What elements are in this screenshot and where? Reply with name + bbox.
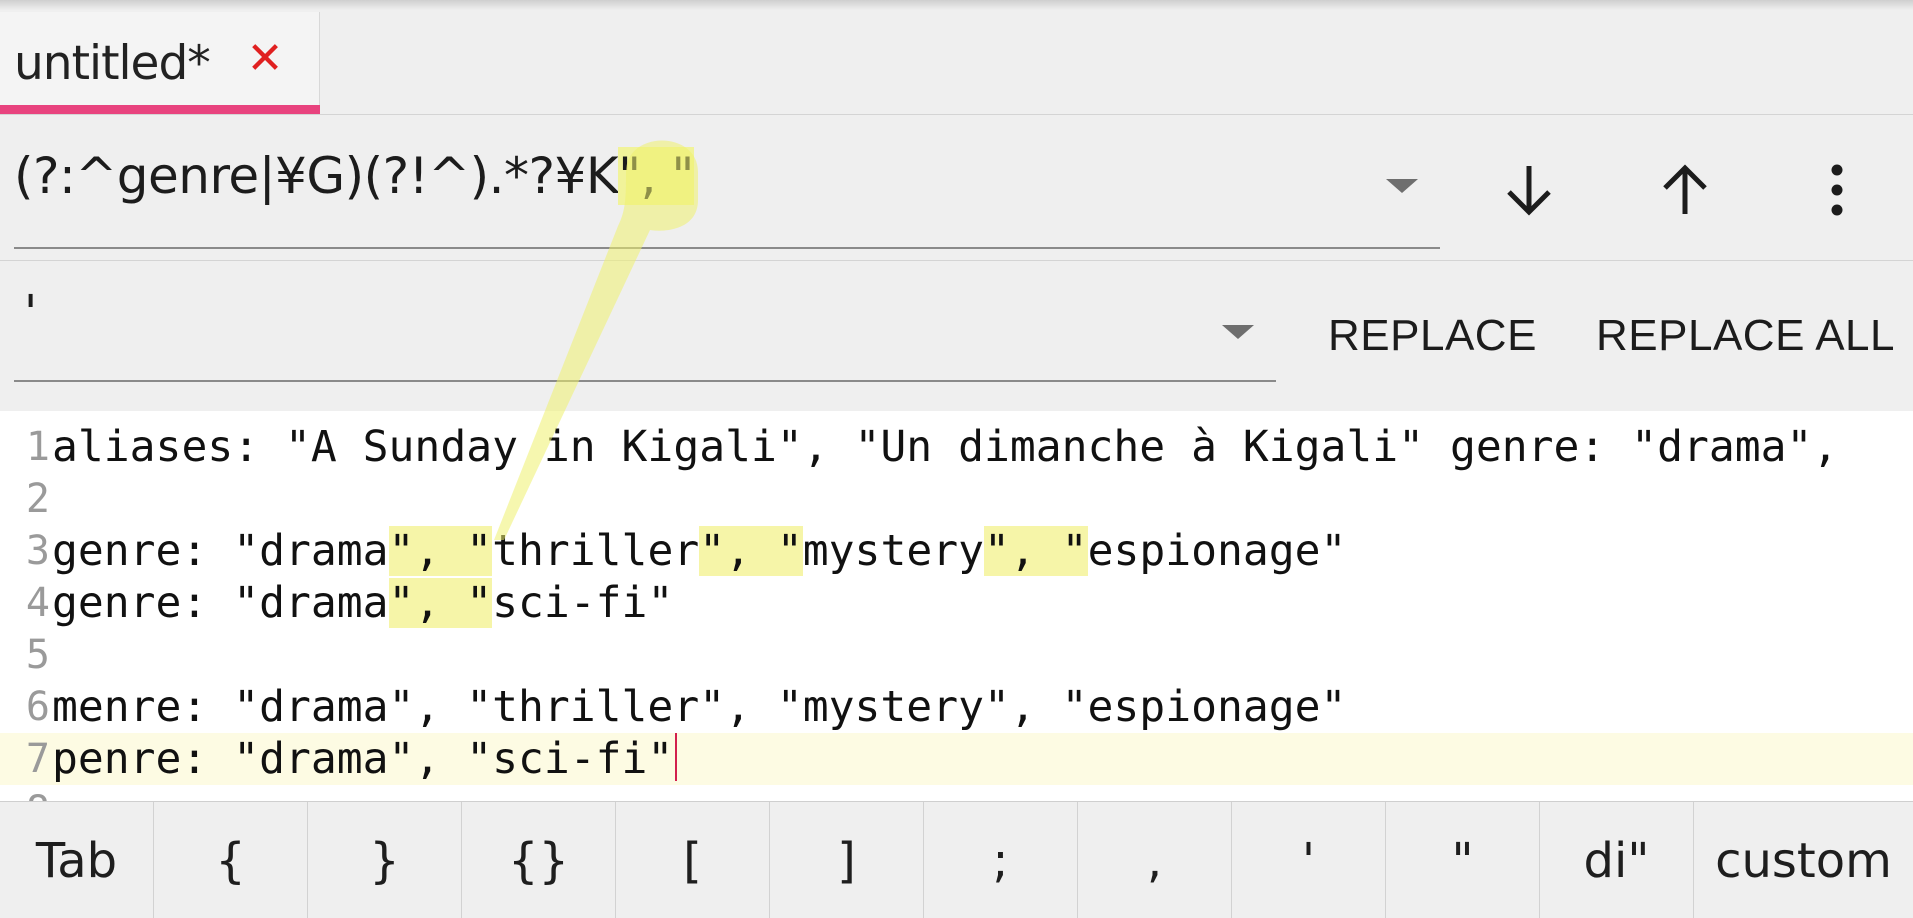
code-text: mystery [802,526,984,576]
replace-input[interactable] [14,287,1276,382]
code-editor[interactable]: 1 aliases: "A Sunday in Kigali", "Un dima… [0,411,1913,801]
editor-line[interactable]: 8 [0,785,1913,801]
line-text: genre: "drama", "sci-fi" [52,577,673,629]
editor-line[interactable]: 3 genre: "drama", "thriller", "mystery", … [0,525,1913,577]
search-value-prefix: (?:^genre|¥G)(?!^).*?¥K [14,147,619,205]
more-vertical-icon[interactable] [1792,145,1882,235]
arrow-down-icon[interactable] [1484,145,1574,235]
search-input-value: (?:^genre|¥G)(?!^).*?¥K", " [14,147,694,205]
line-text: penre: "drama", "sci-fi" [52,733,678,785]
tab-bar: untitled* ✕ [0,0,1913,115]
line-number: 3 [25,528,50,574]
code-text: espionage" [1087,526,1347,576]
editor-line[interactable]: 7 penre: "drama", "sci-fi" [0,733,1913,785]
line-number: 1 [25,424,50,470]
search-row: (?:^genre|¥G)(?!^).*?¥K", " [0,115,1913,261]
editor-line[interactable]: 4 genre: "drama", "sci-fi" [0,577,1913,629]
key-button[interactable]: ' [1232,802,1386,918]
extra-keys-bar: Tab{}{}[];, ' " di" custom [0,801,1913,918]
key-button[interactable]: custom [1694,802,1913,918]
line-number: 8 [0,785,50,801]
code-text: penre: "drama", "sci-fi" [52,734,674,784]
editor-line[interactable]: 6 menre: "drama", "thriller", "mystery", … [0,681,1913,733]
key-button[interactable]: di" [1540,802,1694,918]
code-text: genre: "drama [52,526,389,576]
match-highlight: ", " [388,526,493,576]
key-button[interactable]: {} [462,802,616,918]
replace-button[interactable]: REPLACE [1328,311,1537,361]
editor-line[interactable]: 2 [0,473,1913,525]
editor-line[interactable]: 5 [0,629,1913,681]
key-button[interactable]: " [1386,802,1540,918]
line-text: menre: "drama", "thriller", "mystery", "… [52,681,1346,733]
replace-input-value: ' [24,285,38,341]
code-text: menre: "drama", "thriller", "mystery", "… [52,682,1347,732]
code-text: thriller [492,526,700,576]
line-number: 2 [25,476,50,522]
editor-line[interactable]: 1 aliases: "A Sunday in Kigali", "Un dima… [0,421,1913,473]
line-number: 7 [25,736,50,782]
line-number: 6 [25,684,50,730]
editor-app: untitled* ✕ (?:^genre|¥G)(?!^).*?¥K", " [0,0,1913,918]
code-text: aliases: "A Sunday in Kigali", "Un diman… [52,422,1839,472]
key-button[interactable]: ; [924,802,1078,918]
line-text: genre: "drama", "thriller", "mystery", "… [52,525,1346,577]
tab-label: untitled* [14,36,211,91]
key-button[interactable]: } [308,802,462,918]
code-text: genre: "drama [52,578,389,628]
key-button[interactable]: ] [770,802,924,918]
replace-row: ' REPLACE REPLACE ALL [0,261,1913,411]
code-text: sci-fi" [492,578,674,628]
key-button[interactable]: { [154,802,308,918]
key-button[interactable]: , [1078,802,1232,918]
key-button[interactable]: [ [616,802,770,918]
line-number: 4 [25,580,50,626]
match-highlight: ", " [984,526,1088,576]
tab-untitled[interactable]: untitled* ✕ [0,12,320,114]
search-value-highlight: ", " [618,147,694,205]
replace-history-dropdown-icon[interactable] [1222,325,1254,339]
match-highlight: ", " [388,578,493,628]
close-icon[interactable]: ✕ [240,34,290,84]
top-shadow [0,0,1913,10]
key-button[interactable]: Tab [0,802,154,918]
search-history-dropdown-icon[interactable] [1386,179,1418,193]
active-tab-indicator [0,105,320,114]
replace-all-button[interactable]: REPLACE ALL [1596,311,1895,361]
line-text: aliases: "A Sunday in Kigali", "Un diman… [52,421,1838,473]
arrow-up-icon[interactable] [1640,145,1730,235]
line-number: 5 [25,632,50,678]
text-caret [675,733,678,781]
match-highlight: ", " [699,526,803,576]
